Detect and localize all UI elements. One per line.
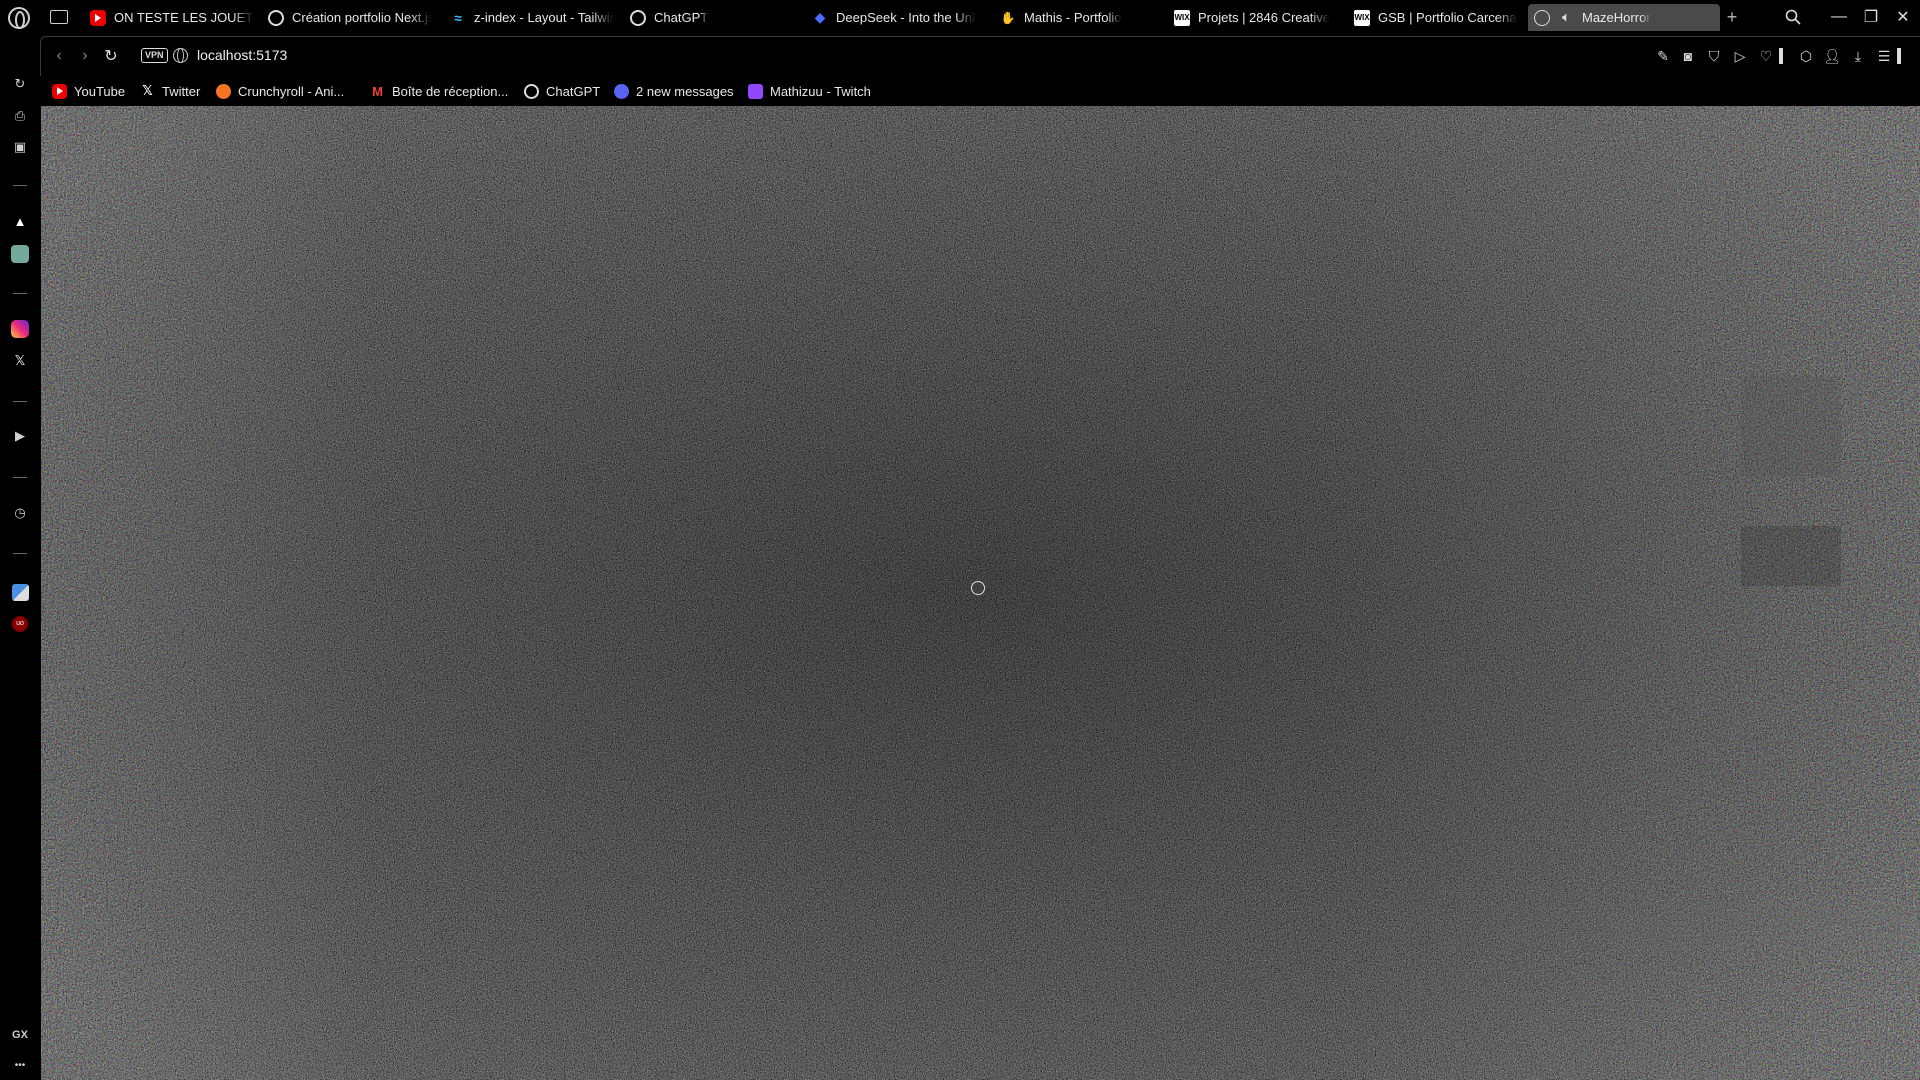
bookmark-discord[interactable]: 2 new messages <box>614 82 734 100</box>
tab-title: z-index - Layout - Tailwind <box>474 10 614 25</box>
player-icon[interactable]: ▶ <box>10 426 30 446</box>
bookmark-label: Mathizuu - Twitch <box>770 83 871 99</box>
camera-icon[interactable]: ◙ <box>1679 47 1697 65</box>
url-field[interactable]: localhost:5173 <box>197 47 287 63</box>
bookmark-label: Crunchyroll - Ani... <box>238 83 345 99</box>
ublock-icon[interactable]: uo <box>10 614 30 634</box>
heart-icon[interactable]: ♡ <box>1757 47 1775 65</box>
tab-creation-portfolio[interactable]: Création portfolio Next.js <box>262 4 432 31</box>
tab-title: MazeHorror <box>1582 10 1651 25</box>
clock-icon[interactable]: ◷ <box>10 503 30 523</box>
extension-icon[interactable] <box>10 582 30 602</box>
tab-title: DeepSeek - Into the Unknown <box>836 10 976 25</box>
opera-gx-logo-icon[interactable] <box>8 7 30 29</box>
speaker-icon[interactable]: 🔈︎ <box>1558 10 1574 26</box>
download-icon[interactable]: ⤓ <box>1849 47 1867 65</box>
aria-icon[interactable]: ▲ <box>10 211 30 231</box>
bookmark-label: 2 new messages <box>636 83 734 99</box>
back-button[interactable]: ‹ <box>49 46 69 66</box>
shield-icon[interactable]: ⛉ <box>1705 47 1723 65</box>
menu-icon[interactable]: ☰ <box>1875 47 1893 65</box>
bookmark-chatgpt[interactable]: ChatGPT <box>524 82 600 100</box>
vpn-badge[interactable]: VPN <box>141 48 168 63</box>
mail-icon[interactable]: ▣ <box>10 137 30 157</box>
sidebar-divider <box>13 553 27 554</box>
bookmark-twitter[interactable]: 𝕏 Twitter <box>140 82 200 100</box>
bookmark-twitch[interactable]: Mathizuu - Twitch <box>748 82 871 100</box>
globe-icon <box>1534 9 1550 26</box>
bookmark-label: YouTube <box>74 83 126 99</box>
tab-mathis-portfolio[interactable]: ✋ Mathis - Portfolio <box>994 4 1164 31</box>
gx-corner-label[interactable]: GX <box>10 1025 30 1045</box>
tab-title: Projets | 2846 Creative <box>1198 10 1330 25</box>
tab-projets-2846[interactable]: WIX Projets | 2846 Creative <box>1168 4 1338 31</box>
tab-title: Mathis - Portfolio <box>1024 10 1122 25</box>
bookmark-gmail[interactable]: M Boîte de réception... <box>370 82 508 100</box>
profile-icon[interactable]: 👤︎ <box>1823 47 1841 65</box>
tab-mazehorror[interactable]: 🔈︎ MazeHorror <box>1528 4 1720 31</box>
minimize-button[interactable]: — <box>1824 4 1854 30</box>
tab-islands-icon[interactable] <box>50 10 68 24</box>
tab-z-index-tailwind[interactable]: ≈ z-index - Layout - Tailwind <box>444 4 614 31</box>
cube-icon[interactable]: ⬡ <box>1797 47 1815 65</box>
game-canvas[interactable] <box>41 106 1920 1080</box>
sidebar-divider <box>13 477 27 478</box>
bookmark-label: ChatGPT <box>546 83 601 99</box>
crosshair-icon <box>971 581 985 595</box>
tab-bar: ON TESTE LES JOUETS Création portfolio N… <box>0 0 1920 36</box>
tailwind-icon: ≈ <box>454 9 462 26</box>
reload-button[interactable]: ↻ <box>101 46 121 66</box>
gmail-icon: M <box>372 83 383 99</box>
deepseek-icon: ◆ <box>814 9 826 25</box>
twitch-icon <box>748 83 763 99</box>
tab-title: ON TESTE LES JOUETS <box>114 10 254 25</box>
history-icon[interactable]: ↻ <box>10 74 30 94</box>
youtube-icon <box>90 9 106 26</box>
bookmarks-bar: YouTube 𝕏 Twitter Crunchyroll - Ani... M… <box>40 76 1920 106</box>
x-icon[interactable]: 𝕏 <box>10 351 30 371</box>
chatgpt-icon[interactable] <box>10 244 30 264</box>
edit-icon[interactable]: ✎ <box>1654 47 1672 65</box>
send-icon[interactable]: ▷ <box>1731 47 1749 65</box>
chatgpt-icon <box>630 9 646 26</box>
address-bar: ‹ › ↻ VPN localhost:5173 ✎ ◙ ⛉ ▷ ♡ ⬡ 👤︎ … <box>40 36 1920 76</box>
tab-title: ChatGPT <box>654 10 709 25</box>
sidebar-more-button[interactable]: ••• <box>10 1055 30 1075</box>
x-icon: 𝕏 <box>142 83 153 98</box>
new-tab-button[interactable]: + <box>1722 8 1742 28</box>
tab-chatgpt[interactable]: ChatGPT <box>624 4 794 31</box>
bookmark-crunchyroll[interactable]: Crunchyroll - Ani... <box>216 82 344 100</box>
tab-deepseek[interactable]: ◆ DeepSeek - Into the Unknown <box>806 4 976 31</box>
instagram-icon[interactable] <box>10 319 30 339</box>
tab-title: GSB | Portfolio Carcenac <box>1378 10 1518 25</box>
wix-icon: WIX <box>1354 9 1370 26</box>
crunchyroll-icon <box>216 83 231 99</box>
sidebar-divider <box>13 401 27 402</box>
restore-button[interactable]: ❐ <box>1856 4 1886 30</box>
hand-icon: ✋ <box>1000 10 1016 25</box>
sidebar: ↻ ⎙ ▣ ▲ 𝕏 ▶ ◷ uo GX ••• <box>0 36 40 1080</box>
close-button[interactable]: ✕ <box>1888 4 1918 30</box>
tab-gsb-portfolio[interactable]: WIX GSB | Portfolio Carcenac <box>1348 4 1518 31</box>
site-info-icon[interactable] <box>173 48 188 63</box>
toolbar-divider <box>1897 48 1901 64</box>
sidebar-divider <box>13 185 27 186</box>
wix-icon: WIX <box>1174 9 1190 26</box>
tab-title: Création portfolio Next.js <box>292 10 432 25</box>
bookmark-label: Boîte de réception... <box>392 83 509 99</box>
chatgpt-icon <box>524 83 539 99</box>
tab-on-teste-les-jouets[interactable]: ON TESTE LES JOUETS <box>84 4 254 31</box>
forward-button[interactable]: › <box>75 46 95 66</box>
bookmark-label: Twitter <box>162 83 201 99</box>
sidebar-divider <box>13 293 27 294</box>
toolbar-divider <box>1779 48 1783 64</box>
chatgpt-icon <box>268 9 284 26</box>
bookmark-youtube[interactable]: YouTube <box>52 82 125 100</box>
youtube-icon <box>52 83 67 99</box>
search-tabs-icon[interactable] <box>1778 4 1808 30</box>
printer-icon[interactable]: ⎙ <box>10 106 30 126</box>
discord-icon <box>614 83 629 99</box>
